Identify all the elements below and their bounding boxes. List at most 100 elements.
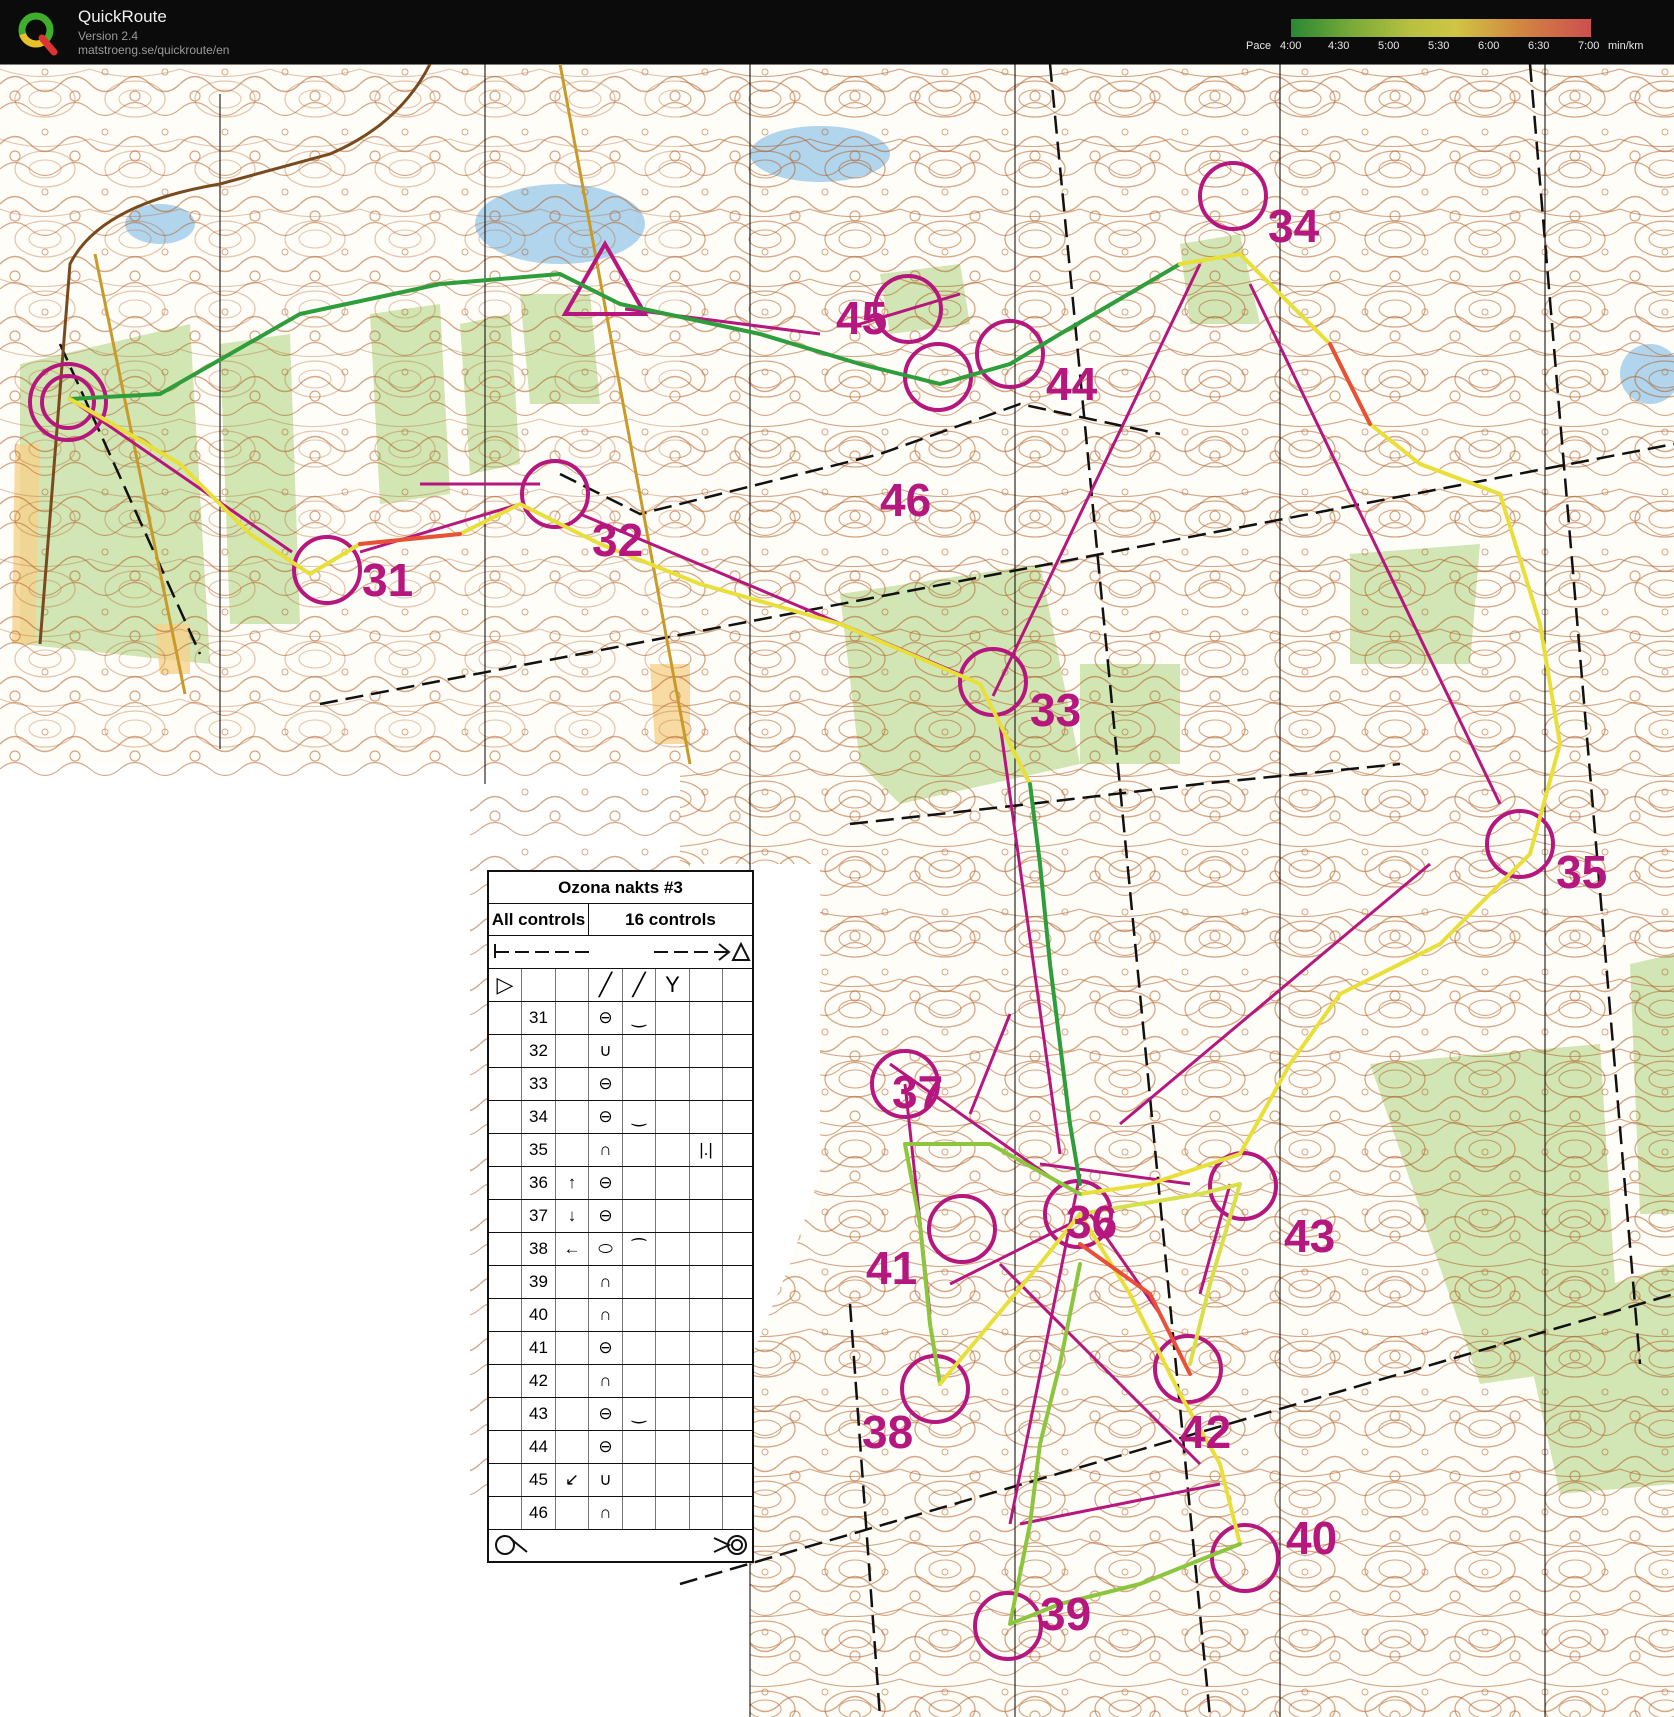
control-label: 34	[1268, 200, 1320, 252]
code-cell	[489, 1134, 522, 1166]
direction-cell	[556, 1365, 589, 1397]
location-cell	[690, 1365, 723, 1397]
control-label: 42	[1180, 1406, 1231, 1458]
control-label: 37	[892, 1066, 943, 1118]
other-cell	[723, 1431, 752, 1463]
detail-symbol-cell	[623, 1365, 656, 1397]
detail-symbol-cell	[623, 1431, 656, 1463]
orienteering-map[interactable]: 31 32 33 34 35 36 37 38 39 40 41 42 43 4…	[0, 64, 1674, 1717]
detail-symbol-cell	[623, 1167, 656, 1199]
code-cell	[489, 1431, 522, 1463]
other-cell	[723, 1035, 752, 1067]
direction-cell: ↙	[556, 1464, 589, 1496]
card-control-rows: 31 ⊖ ‿ 32 ∪ 33 ⊖ 34 ⊖ ‿ 35 ∩ |.| 36 ↑ ⊖ 37 ↓ ⊖ 38 ← ⬭ ⁀ 39 ∩ 40 ∩ 4…	[489, 1002, 752, 1530]
location-cell	[690, 1464, 723, 1496]
direction-cell	[556, 1101, 589, 1133]
location-cell	[690, 1332, 723, 1364]
detail-symbol-cell	[623, 1035, 656, 1067]
code-cell	[489, 1068, 522, 1100]
dimension-cell	[656, 1035, 690, 1067]
dimension-cell	[656, 1332, 690, 1364]
card-control-row: 38 ← ⬭ ⁀	[489, 1233, 752, 1266]
control-label: 38	[862, 1406, 913, 1458]
control-number-cell: 41	[522, 1332, 556, 1364]
distance-arrow-icon	[494, 941, 751, 961]
direction-cell	[556, 1431, 589, 1463]
feature-symbol-cell: ∪	[589, 1464, 623, 1496]
code-cell	[489, 1266, 522, 1298]
card-start-row: ▷ ╱ ╱ Y	[489, 969, 752, 1002]
location-cell	[690, 1167, 723, 1199]
dimension-cell	[656, 1002, 690, 1034]
detail-symbol-cell: ‿	[623, 1002, 656, 1034]
control-number-cell: 43	[522, 1398, 556, 1430]
direction-cell	[556, 1299, 589, 1331]
pace-unit: min/km	[1608, 40, 1644, 52]
detail-symbol-cell: ‿	[623, 1101, 656, 1133]
location-cell	[690, 1431, 723, 1463]
direction-cell	[556, 1035, 589, 1067]
detail-symbol-cell	[623, 1200, 656, 1232]
card-control-row: 37 ↓ ⊖	[489, 1200, 752, 1233]
detail-symbol-cell: ‿	[623, 1398, 656, 1430]
pace-tick: 5:00	[1378, 40, 1400, 52]
code-cell	[489, 1365, 522, 1397]
other-cell	[723, 1464, 752, 1496]
dimension-cell	[656, 1134, 690, 1166]
map-canvas: 31 32 33 34 35 36 37 38 39 40 41 42 43 4…	[0, 64, 1674, 1717]
control-label: 36	[1066, 1196, 1117, 1248]
code-cell	[489, 1464, 522, 1496]
control-label: 40	[1286, 1512, 1337, 1564]
control-number-cell: 34	[522, 1101, 556, 1133]
feature-symbol-cell: ⊖	[589, 1068, 623, 1100]
other-cell	[723, 1398, 752, 1430]
pace-tick: 4:00	[1280, 40, 1302, 52]
location-cell	[690, 1035, 723, 1067]
code-cell	[489, 1200, 522, 1232]
feature-symbol-cell: ∩	[589, 1299, 623, 1331]
feature-symbol-cell: ⊖	[589, 1101, 623, 1133]
detail-symbol-cell	[623, 1266, 656, 1298]
code-cell	[489, 1299, 522, 1331]
app-url: matstroeng.se/quickroute/en	[78, 43, 230, 57]
quickroute-logo-icon	[18, 12, 58, 56]
direction-cell: ←	[556, 1233, 589, 1265]
start-triangle-symbol-icon: ▷	[489, 969, 522, 1001]
app-title: QuickRoute	[78, 7, 167, 26]
location-cell	[690, 1233, 723, 1265]
direction-cell	[556, 1497, 589, 1529]
card-control-row: 35 ∩ |.|	[489, 1134, 752, 1167]
dimension-cell	[656, 1101, 690, 1133]
code-cell	[489, 1035, 522, 1067]
pace-tick: 7:00	[1578, 40, 1600, 52]
feature-symbol-cell: ∪	[589, 1035, 623, 1067]
dimension-cell	[656, 1068, 690, 1100]
code-cell	[489, 1101, 522, 1133]
card-control-row: 45 ↙ ∪	[489, 1464, 752, 1497]
control-label: 35	[1556, 846, 1607, 898]
detail-symbol-cell	[623, 1497, 656, 1529]
direction-cell	[556, 1332, 589, 1364]
control-label: 31	[362, 554, 413, 606]
dimension-cell	[656, 1167, 690, 1199]
other-cell	[723, 1299, 752, 1331]
detail-symbol-cell	[623, 1068, 656, 1100]
other-cell	[723, 1068, 752, 1100]
detail-symbol-cell: ⁀	[623, 1233, 656, 1265]
control-number-cell: 46	[522, 1497, 556, 1529]
location-cell	[690, 1497, 723, 1529]
feature-symbol-cell: ⊖	[589, 1002, 623, 1034]
location-cell	[690, 1068, 723, 1100]
control-description-card: Ozona nakts #3 All controls 16 controls …	[487, 870, 754, 1563]
control-label: 44	[1046, 358, 1098, 410]
junction-symbol-icon: Y	[656, 969, 690, 1001]
location-cell	[690, 1299, 723, 1331]
control-number-cell: 40	[522, 1299, 556, 1331]
control-label: 33	[1030, 684, 1081, 736]
code-cell	[489, 1002, 522, 1034]
location-cell	[690, 1266, 723, 1298]
feature-symbol-cell: ∩	[589, 1266, 623, 1298]
card-control-row: 31 ⊖ ‿	[489, 1002, 752, 1035]
code-cell	[489, 1398, 522, 1430]
control-number-cell: 33	[522, 1068, 556, 1100]
